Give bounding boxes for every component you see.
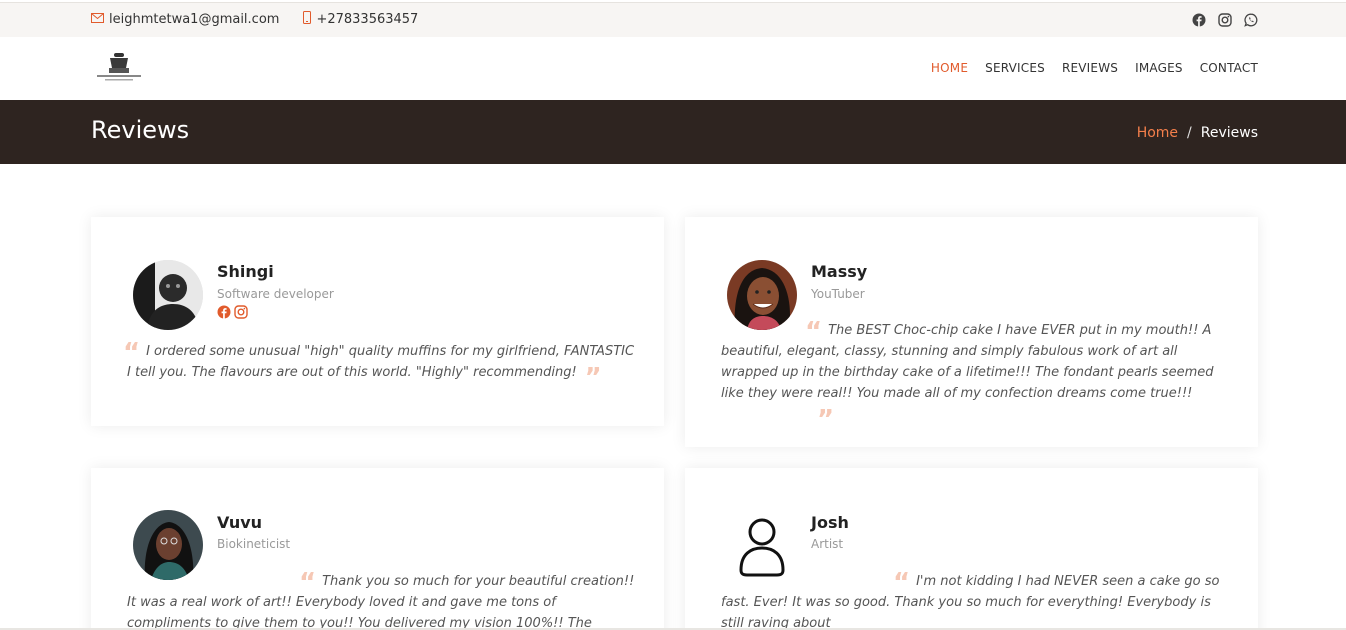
- email-link[interactable]: leighmtetwa1@gmail.com: [91, 12, 279, 27]
- reviewer-role: Biokineticist: [217, 537, 291, 551]
- reviewer-name: Vuvu: [217, 513, 263, 532]
- review-text: Thank you so much for your beautiful cre…: [127, 574, 635, 630]
- facebook-icon[interactable]: [1192, 12, 1206, 27]
- open-quote-icon: “: [805, 317, 823, 347]
- breadcrumb-home-link[interactable]: Home: [1137, 125, 1178, 141]
- nav-contact[interactable]: CONTACT: [1200, 61, 1258, 75]
- main-navbar: HOME SERVICES REVIEWS IMAGES CONTACT: [0, 37, 1346, 100]
- avatar: [133, 510, 203, 580]
- open-quote-icon: “: [893, 568, 911, 598]
- phone-text: +27833563457: [316, 11, 419, 27]
- breadcrumb-current: Reviews: [1200, 125, 1258, 141]
- email-text: leighmtetwa1@gmail.com: [109, 11, 280, 27]
- mobile-phone-icon: [303, 11, 312, 27]
- nav-images[interactable]: IMAGES: [1135, 61, 1183, 75]
- review-text: The BEST Choc-chip cake I have EVER put …: [721, 323, 1214, 401]
- review-quote: “I'm not kidding I had NEVER seen a cake…: [721, 568, 1226, 630]
- breadcrumb: Home / Reviews: [1137, 125, 1258, 141]
- top-contact-bar: leighmtetwa1@gmail.com +27833563457: [0, 2, 1346, 37]
- nav-menu: HOME SERVICES REVIEWS IMAGES CONTACT: [931, 61, 1258, 75]
- nav-reviews[interactable]: REVIEWS: [1062, 61, 1118, 75]
- review-text: I'm not kidding I had NEVER seen a cake …: [721, 574, 1220, 630]
- reviewer-role: YouTuber: [811, 287, 865, 301]
- open-quote-icon: “: [299, 568, 317, 598]
- brand-logo[interactable]: [91, 51, 147, 85]
- whatsapp-icon[interactable]: [1244, 12, 1258, 27]
- review-text: I ordered some unusual "high" quality mu…: [127, 344, 635, 380]
- review-quote: “The BEST Choc-chip cake I have EVER put…: [721, 317, 1226, 435]
- phone-link[interactable]: +27833563457: [303, 11, 418, 27]
- review-card: Vuvu Biokineticist “Thank you so much fo…: [91, 468, 664, 630]
- review-card: Shingi Software developer “I ordered som…: [91, 217, 664, 426]
- reviewer-role: Artist: [811, 537, 844, 551]
- social-links: [1192, 12, 1258, 27]
- reviewer-name: Josh: [811, 513, 849, 532]
- reviewer-social-links: [217, 304, 248, 323]
- envelope-icon: [91, 12, 104, 26]
- review-card: Massy YouTuber “The BEST Choc-chip cake …: [685, 217, 1258, 447]
- review-quote: “I ordered some unusual "high" quality m…: [123, 340, 637, 393]
- nav-home[interactable]: HOME: [931, 61, 968, 75]
- user-silhouette-icon: [727, 510, 797, 580]
- avatar: [133, 260, 203, 330]
- instagram-icon[interactable]: [234, 304, 248, 323]
- facebook-icon[interactable]: [217, 304, 231, 323]
- review-quote: “Thank you so much for your beautiful cr…: [127, 568, 637, 630]
- reviewer-name: Massy: [811, 262, 868, 281]
- review-card: Josh Artist “I'm not kidding I had NEVER…: [685, 468, 1258, 630]
- close-quote-icon: ”: [584, 363, 602, 393]
- page-title-banner: Reviews Home / Reviews: [0, 100, 1346, 164]
- nav-services[interactable]: SERVICES: [985, 61, 1045, 75]
- page-title: Reviews: [91, 116, 190, 144]
- open-quote-icon: “: [123, 338, 141, 368]
- reviewer-role: Software developer: [217, 287, 334, 301]
- reviewer-name: Shingi: [217, 262, 274, 281]
- breadcrumb-separator: /: [1187, 125, 1192, 141]
- close-quote-icon: ”: [817, 405, 835, 435]
- instagram-icon[interactable]: [1218, 12, 1232, 27]
- contact-info: leighmtetwa1@gmail.com +27833563457: [91, 11, 442, 27]
